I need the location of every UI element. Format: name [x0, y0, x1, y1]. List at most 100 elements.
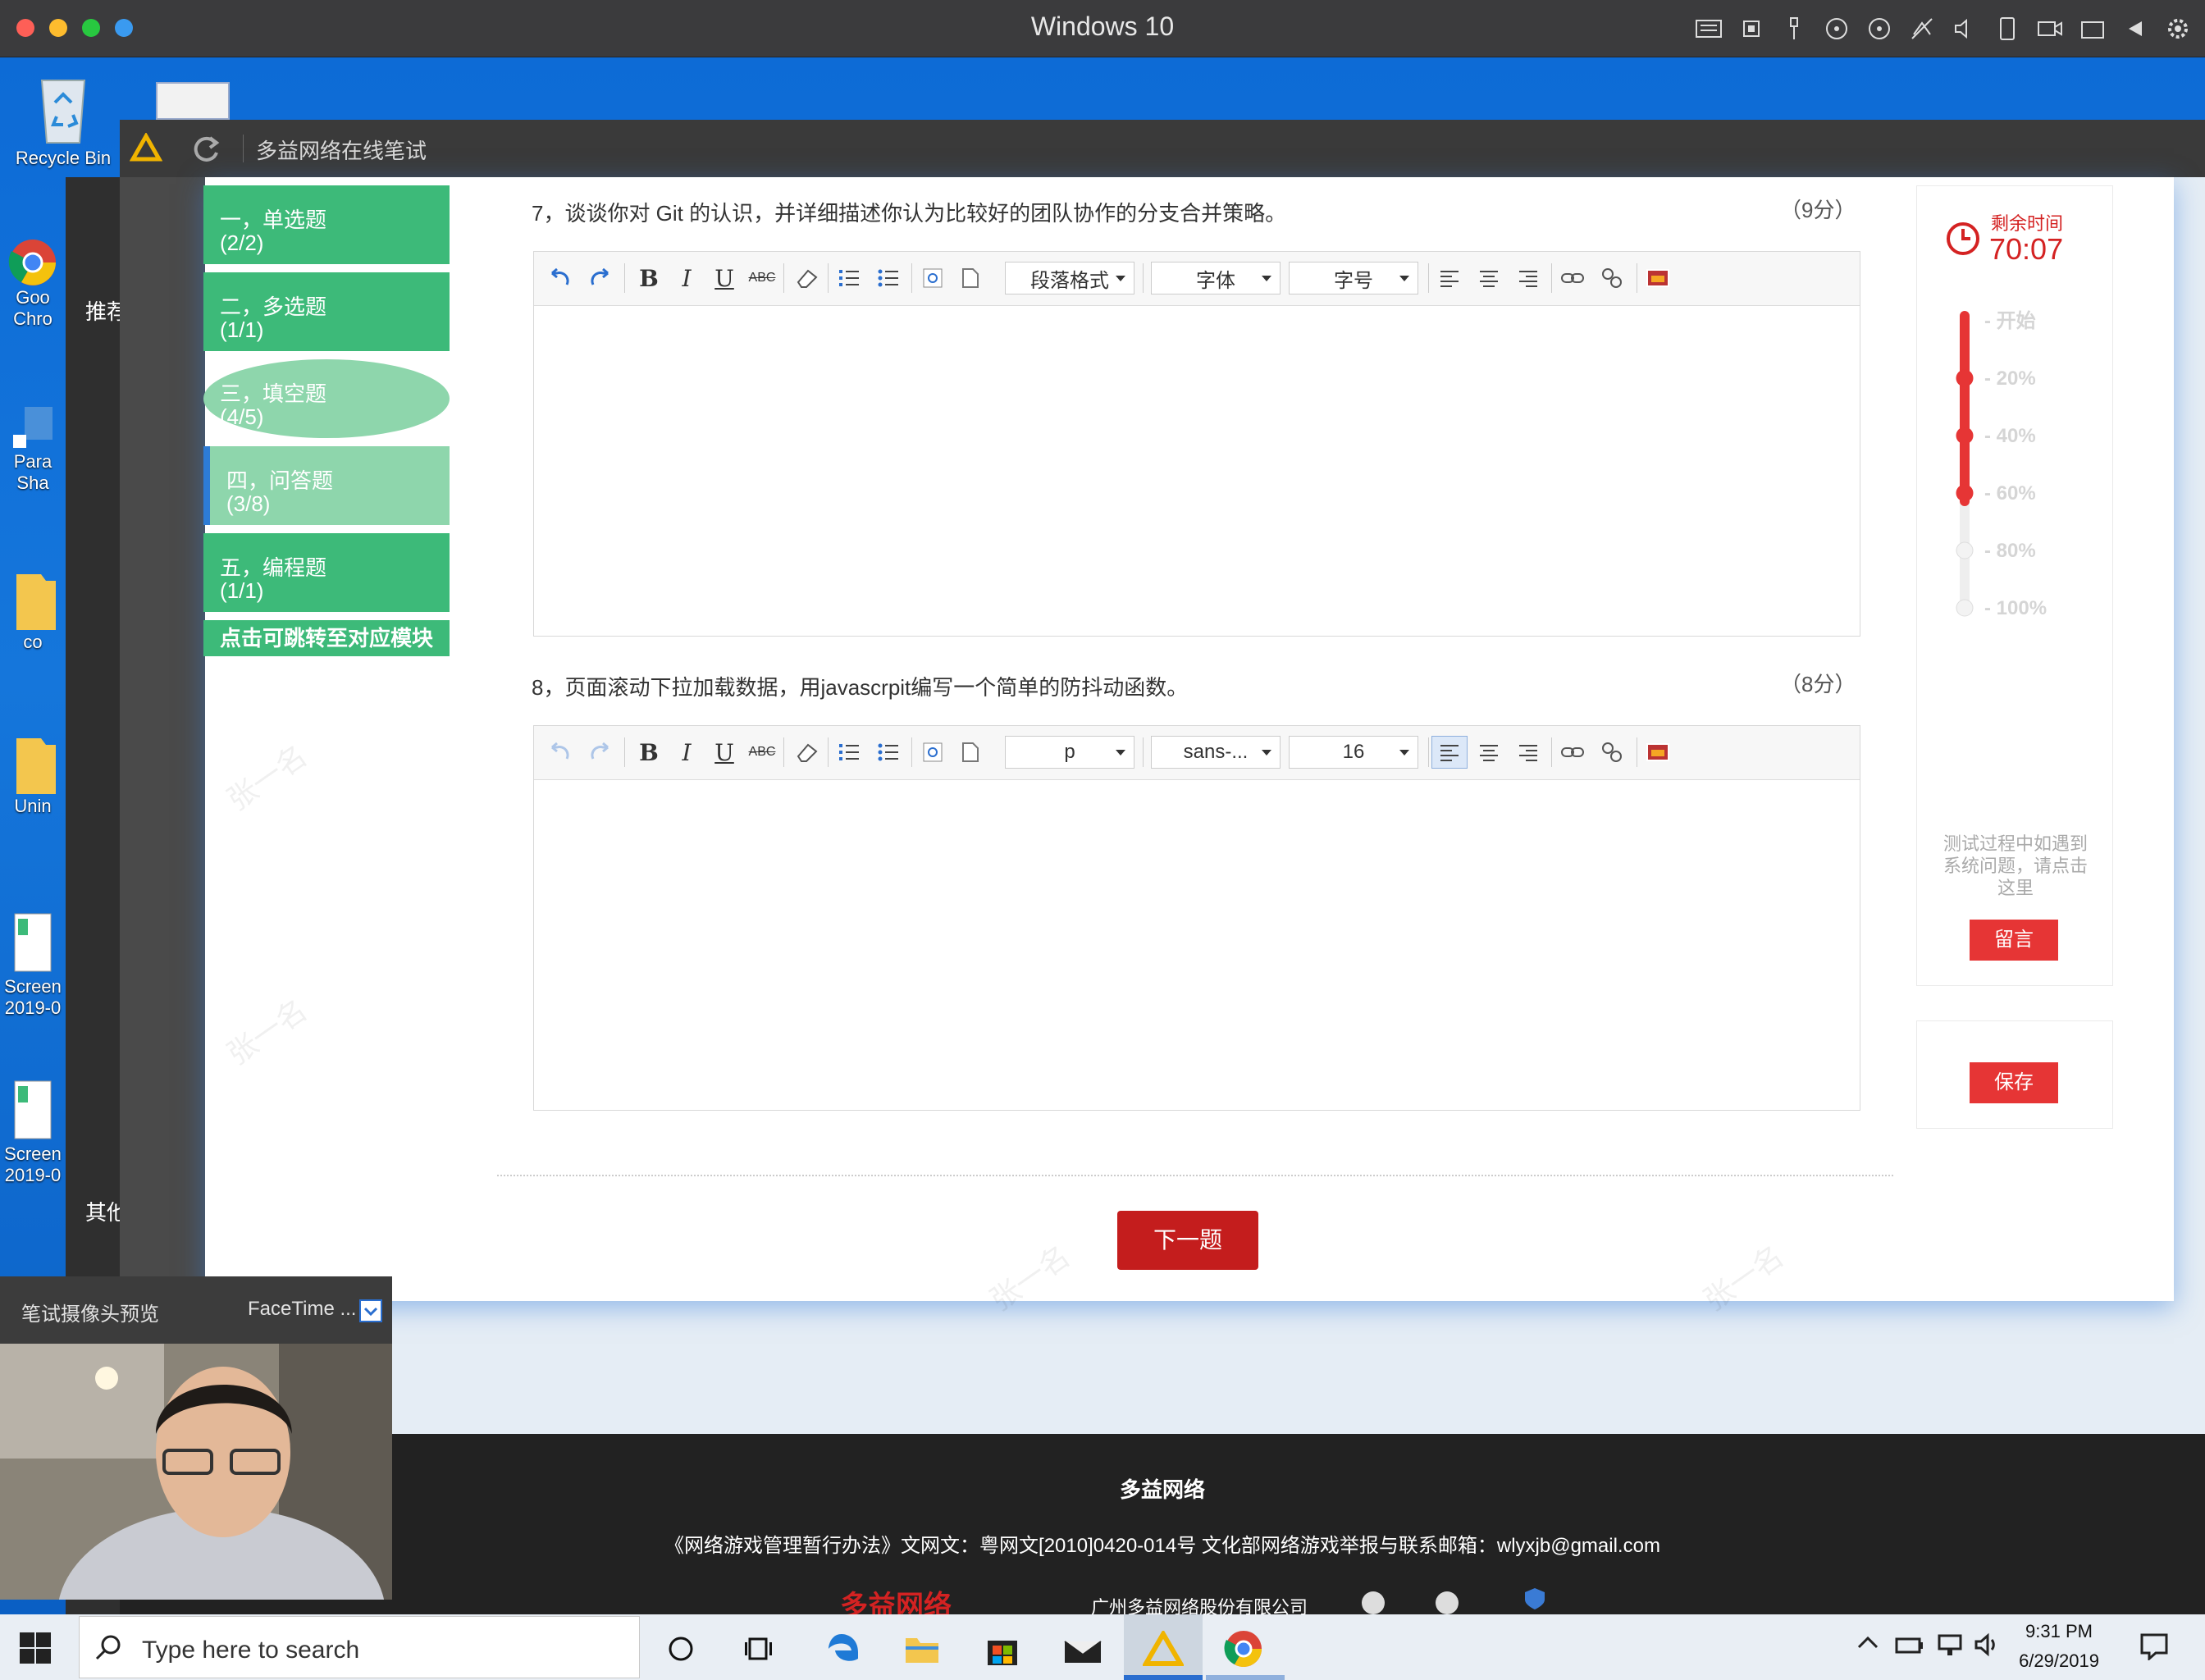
- ordered-list-icon[interactable]: [834, 263, 864, 293]
- bold-icon[interactable]: B: [634, 263, 664, 293]
- leave-message-button[interactable]: 留言: [1970, 920, 2058, 961]
- speaker-icon[interactable]: [1949, 13, 1980, 44]
- notifications-icon[interactable]: [2139, 1632, 2169, 1660]
- ordered-list-icon[interactable]: [834, 737, 864, 767]
- usb-icon[interactable]: [1778, 13, 1810, 44]
- camera-video-feed: [0, 1344, 392, 1600]
- align-center-icon[interactable]: [1474, 737, 1504, 767]
- unordered-list-icon[interactable]: [874, 263, 903, 293]
- font-family-select[interactable]: 字体: [1151, 262, 1281, 294]
- cortana-icon[interactable]: [656, 1624, 705, 1673]
- image-icon[interactable]: [1643, 737, 1673, 767]
- italic-icon[interactable]: I: [672, 263, 701, 293]
- search-icon: [94, 1633, 124, 1663]
- app-title: 多益网络在线笔试: [256, 139, 427, 163]
- chevron-up-icon[interactable]: [1856, 1631, 1880, 1655]
- timer-progress: - 开始 - 20% - 40% - 60% - 80% - 100%: [1956, 310, 2047, 619]
- new-document-icon[interactable]: [956, 737, 985, 767]
- camera-icon[interactable]: [2034, 13, 2066, 44]
- desktop-icon-recycle-bin[interactable]: Recycle Bin: [2, 66, 125, 169]
- unordered-list-icon[interactable]: [874, 737, 903, 767]
- desktop-icon-chrome[interactable]: Goo Chro: [0, 238, 74, 330]
- unlink-icon[interactable]: [1597, 737, 1627, 767]
- link-icon[interactable]: [1558, 263, 1587, 293]
- desktop-icon-folder[interactable]: co: [0, 566, 74, 653]
- next-question-button[interactable]: 下一题: [1117, 1211, 1258, 1270]
- align-left-icon[interactable]: [1435, 263, 1464, 293]
- align-right-icon[interactable]: [1513, 737, 1543, 767]
- gear-icon[interactable]: [2162, 13, 2194, 44]
- nav-item-programming[interactable]: 五，编程题 (1/1): [203, 533, 450, 612]
- image-icon[interactable]: [1643, 263, 1673, 293]
- nav-item-qa[interactable]: 四，问答题 (3/8): [203, 446, 450, 525]
- nav-item-fill-blank[interactable]: 三，填空题 (4/5): [203, 359, 450, 438]
- mail-icon[interactable]: [1058, 1624, 1107, 1673]
- unlink-icon[interactable]: [1597, 263, 1627, 293]
- strikethrough-icon[interactable]: ABC: [747, 737, 777, 767]
- desktop-icon-screenshot-1[interactable]: Screen 2019-0: [0, 911, 74, 1019]
- nav-item-count: (3/8): [226, 491, 271, 516]
- nav-item-single-choice[interactable]: 一，单选题 (2/2): [203, 185, 450, 264]
- keyboard-icon[interactable]: [1693, 13, 1724, 44]
- font-family-select[interactable]: sans-...: [1151, 736, 1281, 769]
- desktop-icon-parallels[interactable]: Para Sha: [0, 402, 74, 494]
- font-size-select[interactable]: 16: [1289, 736, 1418, 769]
- shortcut-icon: [13, 407, 52, 448]
- desktop-icon-screenshot-2[interactable]: Screen 2019-0: [0, 1078, 74, 1186]
- align-center-icon[interactable]: [1474, 263, 1504, 293]
- taskbar-search-box[interactable]: Type here to search: [79, 1616, 640, 1678]
- anchor-icon[interactable]: [918, 263, 947, 293]
- network-off-icon[interactable]: [1906, 13, 1938, 44]
- bold-icon[interactable]: B: [634, 737, 664, 767]
- desktop-window-thumbnail[interactable]: [156, 82, 230, 120]
- store-icon[interactable]: [978, 1624, 1027, 1673]
- task-view-icon[interactable]: [735, 1624, 784, 1673]
- battery-icon[interactable]: [1895, 1632, 1924, 1657]
- underline-icon[interactable]: U: [710, 737, 739, 767]
- link-icon[interactable]: [1558, 737, 1587, 767]
- underline-icon[interactable]: U: [710, 263, 739, 293]
- clock-date[interactable]: 6/29/2019: [2002, 1650, 2116, 1672]
- font-size-select[interactable]: 字号: [1289, 262, 1418, 294]
- strikethrough-icon[interactable]: ABC: [747, 263, 777, 293]
- nav-item-multi-choice[interactable]: 二，多选题 (1/1): [203, 272, 450, 351]
- volume-icon[interactable]: [1974, 1632, 2003, 1657]
- nav-item-title: 二，多选题: [220, 294, 327, 319]
- anchor-icon[interactable]: [918, 737, 947, 767]
- new-document-icon[interactable]: [956, 263, 985, 293]
- camera-device-dropdown[interactable]: [359, 1299, 382, 1322]
- clock-time[interactable]: 9:31 PM: [2002, 1621, 2116, 1642]
- question-8-answer-area[interactable]: [534, 780, 1860, 1110]
- network-icon[interactable]: [1936, 1632, 1965, 1657]
- select-value: 16: [1342, 741, 1365, 763]
- redo-icon[interactable]: [585, 263, 614, 293]
- redo-icon[interactable]: [585, 737, 614, 767]
- italic-icon[interactable]: I: [672, 737, 701, 767]
- undo-icon[interactable]: [546, 737, 575, 767]
- paragraph-format-select[interactable]: p: [1005, 736, 1134, 769]
- chrome-icon[interactable]: [1219, 1624, 1268, 1673]
- camera-preview-title: 笔试摄像头预览: [21, 1303, 159, 1326]
- align-left-icon[interactable]: [1431, 736, 1468, 769]
- desktop-icon-uninstall[interactable]: Unin: [0, 730, 74, 817]
- file-explorer-icon[interactable]: [897, 1624, 947, 1673]
- paragraph-format-select[interactable]: 段落格式: [1005, 262, 1134, 294]
- duoyi-app-icon[interactable]: [1139, 1624, 1188, 1673]
- cpu-icon[interactable]: [1736, 13, 1767, 44]
- select-value: 字体: [1196, 269, 1235, 292]
- eraser-icon[interactable]: [792, 263, 821, 293]
- folder-share-icon[interactable]: [2077, 13, 2108, 44]
- eraser-icon[interactable]: [792, 737, 821, 767]
- disc2-icon[interactable]: [1864, 13, 1895, 44]
- edge-icon[interactable]: [819, 1624, 868, 1673]
- save-button[interactable]: 保存: [1970, 1062, 2058, 1103]
- align-right-icon[interactable]: [1513, 263, 1543, 293]
- windows-start-icon[interactable]: [18, 1631, 52, 1665]
- play-back-icon[interactable]: [2120, 13, 2151, 44]
- undo-icon[interactable]: [546, 263, 575, 293]
- refresh-icon[interactable]: [190, 133, 221, 164]
- disc-icon[interactable]: [1821, 13, 1852, 44]
- phone-icon[interactable]: [1992, 13, 2023, 44]
- question-7-answer-area[interactable]: [534, 306, 1860, 636]
- timer-value: 70:07: [1989, 232, 2064, 266]
